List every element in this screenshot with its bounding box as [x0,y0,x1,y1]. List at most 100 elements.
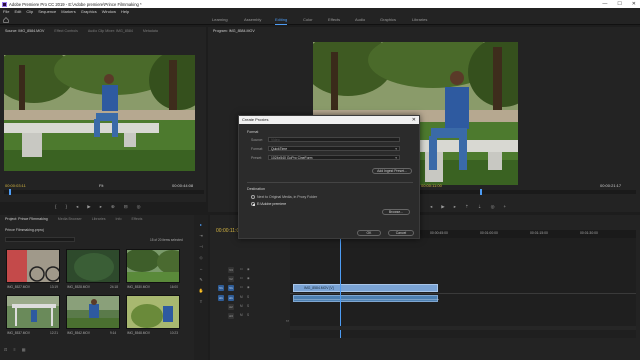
workspace-libraries[interactable]: Libraries [412,17,427,23]
tab-info[interactable]: Info [116,215,122,223]
sync-lock-icon[interactable]: ⊡ [240,285,243,289]
mute-icon[interactable]: M [240,313,243,317]
program-timecode[interactable]: 00:00:11:00 [421,183,442,188]
source-video-frame[interactable] [4,55,195,171]
track-label-v3[interactable]: V3 [228,267,234,273]
project-item-thumbnail[interactable] [66,295,120,329]
track-label-a3[interactable]: A3 [228,313,234,319]
sync-lock-icon[interactable]: ⊡ [240,276,243,280]
menu-markers[interactable]: Markers [61,9,75,14]
dest-next-to-original-radio[interactable] [251,195,255,199]
maximize-icon[interactable]: ☐ [617,0,621,8]
dialog-close-icon[interactable]: ✕ [412,116,416,124]
mute-icon[interactable]: M [240,295,243,299]
export-frame-icon[interactable]: ◎ [137,204,141,210]
source-timecode[interactable]: 00:00:03:11 [5,183,26,188]
track-select-tool-icon[interactable]: ⇥ [198,233,204,239]
menu-graphics[interactable]: Graphics [81,9,97,14]
track-label-a2[interactable]: A2 [228,304,234,310]
dest-custom-path-label[interactable]: E:\Adobe premiere [257,202,286,206]
slip-tool-icon[interactable]: ↔ [198,266,204,272]
lift-icon[interactable]: ⇡ [465,204,469,210]
project-item-thumbnail[interactable] [126,295,180,329]
eye-icon[interactable]: ◉ [247,267,250,271]
step-forward-icon[interactable]: ▸ [100,204,102,210]
insert-icon[interactable]: ⊕ [111,204,115,210]
track-label-v2[interactable]: V2 [228,276,234,282]
menu-window[interactable]: Window [102,9,116,14]
selection-tool-icon[interactable]: ▸ [198,222,204,228]
workspace-assembly[interactable]: Assembly [244,17,261,23]
workspace-effects[interactable]: Effects [328,17,340,23]
workspace-color[interactable]: Color [303,17,313,23]
extract-icon[interactable]: ⇣ [478,204,482,210]
solo-icon[interactable]: S [247,295,249,299]
menu-clip[interactable]: Clip [26,9,33,14]
add-ingest-preset-button[interactable]: Add Ingest Preset... [372,168,412,174]
timeline-playhead[interactable] [340,238,341,338]
mute-icon[interactable]: M [240,304,243,308]
mark-out-icon[interactable]: } [66,204,68,210]
tab-metadata[interactable]: Metadata [143,27,158,35]
project-search-input[interactable] [5,237,75,242]
timeline-video-clip[interactable]: IMG_8584.MOV [V] [293,284,438,292]
eye-icon[interactable]: ◉ [247,276,250,280]
browse-button[interactable]: Browse... [382,209,410,215]
workspace-learning[interactable]: Learning [212,17,228,23]
source-patch-a1[interactable]: A1 [218,295,224,301]
project-item-thumbnail[interactable] [6,295,60,329]
tab-program[interactable]: Program: IMG_8584.MOV [213,27,255,35]
ok-button[interactable]: OK [357,230,381,236]
eye-icon[interactable]: ◉ [247,285,250,289]
menu-sequence[interactable]: Sequence [38,9,56,14]
program-playhead[interactable] [480,189,482,195]
source-scrubber[interactable] [4,190,204,194]
program-play-icon[interactable]: ▶ [441,204,444,210]
icon-view-icon[interactable]: ▦ [22,347,26,352]
mark-in-icon[interactable]: { [55,204,57,210]
zoom-handle-icon[interactable]: ⇔ [285,318,290,324]
source-playhead[interactable] [9,189,11,195]
dest-next-to-original-label[interactable]: Next to Original Media, in Proxy Folder [257,195,317,199]
format-dropdown[interactable]: QuickTime ▾ [268,146,400,151]
solo-icon[interactable]: S [247,304,249,308]
sync-lock-icon[interactable]: ⊡ [240,267,243,271]
list-view-icon[interactable]: ≡ [13,347,15,352]
preset-dropdown[interactable]: 1024x540 GoPro CineForm ▾ [268,155,400,160]
tab-effect-controls[interactable]: Effect Controls [54,27,78,35]
cancel-button[interactable]: Cancel [388,230,414,236]
workspace-graphics[interactable]: Graphics [380,17,396,23]
source-fit-dropdown[interactable]: Fit [99,183,103,188]
timeline-audio-clip[interactable] [293,295,439,302]
hand-tool-icon[interactable]: ✋ [198,288,204,294]
tab-libraries[interactable]: Libraries [92,215,106,223]
play-icon[interactable]: ▶ [87,204,90,210]
razor-tool-icon[interactable]: ◇ [198,255,204,261]
tab-media-browser[interactable]: Media Browser [58,215,82,223]
program-export-frame-icon[interactable]: ◎ [491,204,495,210]
step-back-icon[interactable]: ◂ [76,204,78,210]
tab-project[interactable]: Project: Prince Filmmaking [5,215,48,223]
pen-tool-icon[interactable]: ✎ [198,277,204,283]
project-item-thumbnail[interactable] [66,249,120,283]
home-icon[interactable] [3,17,9,23]
minimize-icon[interactable]: — [602,0,607,8]
plus-icon[interactable]: + [504,204,507,210]
overwrite-icon[interactable]: ⊟ [124,204,128,210]
type-tool-icon[interactable]: T [198,299,204,305]
program-step-back-icon[interactable]: ◂ [430,204,432,210]
tab-source[interactable]: Source: IMG_8584.MOV [5,27,44,35]
menu-edit[interactable]: Edit [14,9,21,14]
workspace-audio[interactable]: Audio [355,17,365,23]
menu-file[interactable]: File [3,9,9,14]
track-label-v1[interactable]: V1 [228,285,234,291]
project-item-thumbnail[interactable] [6,249,60,283]
project-item-thumbnail[interactable] [126,249,180,283]
solo-icon[interactable]: S [247,313,249,317]
close-icon[interactable]: ✕ [632,0,636,8]
dest-custom-path-radio[interactable] [251,202,255,206]
workspace-editing[interactable]: Editing [275,17,288,25]
tab-audio-clip-mixer[interactable]: Audio Clip Mixer: IMG_8584 [88,27,133,35]
program-scrubber[interactable] [420,190,636,194]
track-label-a1[interactable]: A1 [228,295,234,301]
